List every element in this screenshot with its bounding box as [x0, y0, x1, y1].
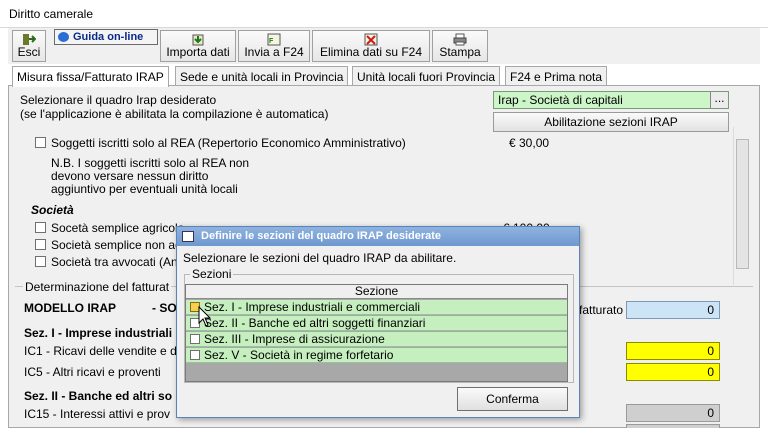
- determinazione-heading: Determinazione del fatturat: [23, 280, 172, 294]
- guida-label: Guida on-line: [73, 31, 144, 43]
- importa-dati-button[interactable]: Importa dati: [160, 30, 236, 62]
- rea-note-3: aggiuntivo per eventuali unità locali: [51, 182, 238, 196]
- societa-non-agricola-checkbox[interactable]: [35, 239, 46, 250]
- sezioni-grid: Sezione Sez. I - Imprese industriali e c…: [185, 284, 568, 382]
- scrollbar-thumb[interactable]: [736, 139, 749, 269]
- ic5-field[interactable]: 0: [626, 363, 720, 381]
- ic1-field[interactable]: 0: [626, 342, 720, 360]
- tab-sede-unita-locali[interactable]: Sede e unità locali in Provincia: [175, 66, 349, 86]
- societa-agricola-row[interactable]: Socetà semplice agricola: [35, 221, 184, 235]
- modello-so-label: - SO: [152, 301, 177, 315]
- ic15-label: IC15 - Interessi attivi e prov: [24, 407, 171, 421]
- societa-non-agricola-row[interactable]: Società semplice non ag: [35, 238, 182, 252]
- tab-unita-fuori-provincia[interactable]: Unità locali fuori Provincia: [352, 66, 501, 86]
- elimina-label: Elimina dati su F24: [319, 45, 423, 59]
- sez1-heading: Sez. I - Imprese industriali: [24, 326, 173, 340]
- tab-misura-fissa[interactable]: Misura fissa/Fatturato IRAP: [12, 66, 169, 87]
- mouse-cursor-icon: [198, 306, 212, 327]
- sez2-heading: Sez. II - Banche ed altri so: [24, 389, 173, 403]
- societa-non-agricola-label: Società semplice non ag: [51, 238, 182, 252]
- tab-fuori-label: Unità locali fuori Provincia: [357, 70, 496, 84]
- tab-sede-label: Sede e unità locali in Provincia: [180, 70, 344, 84]
- rea-checkbox[interactable]: [35, 137, 46, 148]
- sezioni-group-label: Sezioni: [190, 267, 234, 281]
- societa-avvocati-label: Società tra avvocati (An: [51, 255, 178, 269]
- sezione-row-2[interactable]: Sez. II - Banche ed altri soggetti finan…: [186, 316, 567, 331]
- stampa-button[interactable]: Stampa: [432, 30, 488, 62]
- sezione-4-label: Sez. V - Società in regime forfetario: [204, 348, 394, 362]
- societa-avvocati-checkbox[interactable]: [35, 256, 46, 267]
- societa-avvocati-row[interactable]: Società tra avvocati (An: [35, 255, 178, 269]
- select-quadro-note: (se l'applicazione è abilitata la compil…: [20, 107, 329, 121]
- fatturato-field[interactable]: 0: [626, 301, 720, 319]
- elimina-dati-f24-button[interactable]: Elimina dati su F24: [312, 30, 430, 62]
- tab-strip: Misura fissa/Fatturato IRAP Sede e unità…: [8, 66, 760, 87]
- quadro-browse-button[interactable]: ...: [710, 92, 728, 108]
- fatturato-label: fatturato: [579, 303, 624, 317]
- sezione-4-checkbox[interactable]: [190, 350, 200, 360]
- sezione-row-4[interactable]: Sez. V - Società in regime forfetario: [186, 348, 567, 363]
- ic5-label: IC5 - Altri ricavi e proventi: [24, 365, 161, 379]
- ic15-field[interactable]: 0: [626, 404, 720, 422]
- invia-label: Invia a F24: [244, 45, 304, 59]
- invia-f24-button[interactable]: F Invia a F24: [238, 30, 310, 62]
- dialog-description: Selezionare le sezioni del quadro IRAP d…: [183, 251, 457, 265]
- toolbar: Esci Guida on-line Importa dati F Invia …: [8, 28, 760, 64]
- rea-label: Soggetti iscritti solo al REA (Repertori…: [51, 136, 406, 150]
- dialog-title: Definire le sezioni del quadro IRAP desi…: [201, 230, 442, 242]
- ic1-label: IC1 - Ricavi delle vendite e d: [24, 344, 177, 358]
- rea-note-2: devono versare nessun diritto: [51, 169, 209, 183]
- help-globe-icon: [58, 32, 69, 42]
- tab-f24-prima-nota[interactable]: F24 e Prima nota: [505, 66, 608, 86]
- importa-label: Importa dati: [166, 45, 230, 59]
- abilitazione-sezioni-button[interactable]: Abilitazione sezioni IRAP: [493, 112, 729, 132]
- sezione-3-checkbox[interactable]: [190, 334, 200, 344]
- modello-irap-label: MODELLO IRAP: [24, 301, 116, 315]
- conferma-button[interactable]: Conferma: [457, 387, 568, 411]
- sezioni-irap-dialog: Definire le sezioni del quadro IRAP desi…: [176, 226, 580, 418]
- societa-heading: Società: [31, 203, 74, 217]
- gray-field-partial[interactable]: 0: [626, 424, 720, 428]
- window-title: Diritto camerale: [9, 7, 94, 21]
- societa-agricola-label: Socetà semplice agricola: [51, 221, 185, 235]
- sezione-column-header: Sezione: [186, 285, 567, 299]
- rea-amount: € 30,00: [509, 136, 550, 150]
- sezione-row-3[interactable]: Sez. III - Imprese di assicurazione: [186, 332, 567, 347]
- tab-f24-label: F24 e Prima nota: [510, 70, 603, 84]
- rea-checkbox-row[interactable]: Soggetti iscritti solo al REA (Repertori…: [35, 136, 406, 150]
- dialog-titlebar: Definire le sezioni del quadro IRAP desi…: [177, 227, 579, 246]
- vertical-scrollbar[interactable]: [733, 127, 750, 285]
- quadro-irap-select[interactable]: Irap - Società di capitali ...: [493, 91, 729, 109]
- quadro-irap-value: Irap - Società di capitali: [498, 93, 623, 107]
- rea-note-1: N.B. I soggetti iscritti solo al REA non: [51, 156, 250, 170]
- sezione-1-label: Sez. I - Imprese industriali e commercia…: [204, 300, 421, 314]
- stampa-label: Stampa: [439, 45, 481, 59]
- sezione-3-label: Sez. III - Imprese di assicurazione: [204, 332, 385, 346]
- select-quadro-label: Selezionare il quadro Irap desiderato: [20, 93, 217, 107]
- esci-label: Esci: [17, 45, 41, 59]
- esci-button[interactable]: Esci: [12, 30, 46, 62]
- societa-agricola-checkbox[interactable]: [35, 222, 46, 233]
- tab-misura-fissa-label: Misura fissa/Fatturato IRAP: [17, 70, 164, 84]
- guida-online-button[interactable]: Guida on-line: [54, 29, 158, 45]
- sezione-row-1[interactable]: Sez. I - Imprese industriali e commercia…: [186, 300, 567, 315]
- dialog-window-icon: [182, 231, 194, 242]
- svg-text:F: F: [269, 38, 274, 45]
- sezione-2-label: Sez. II - Banche ed altri soggetti finan…: [204, 316, 426, 330]
- window-titlebar: Diritto camerale: [0, 0, 768, 28]
